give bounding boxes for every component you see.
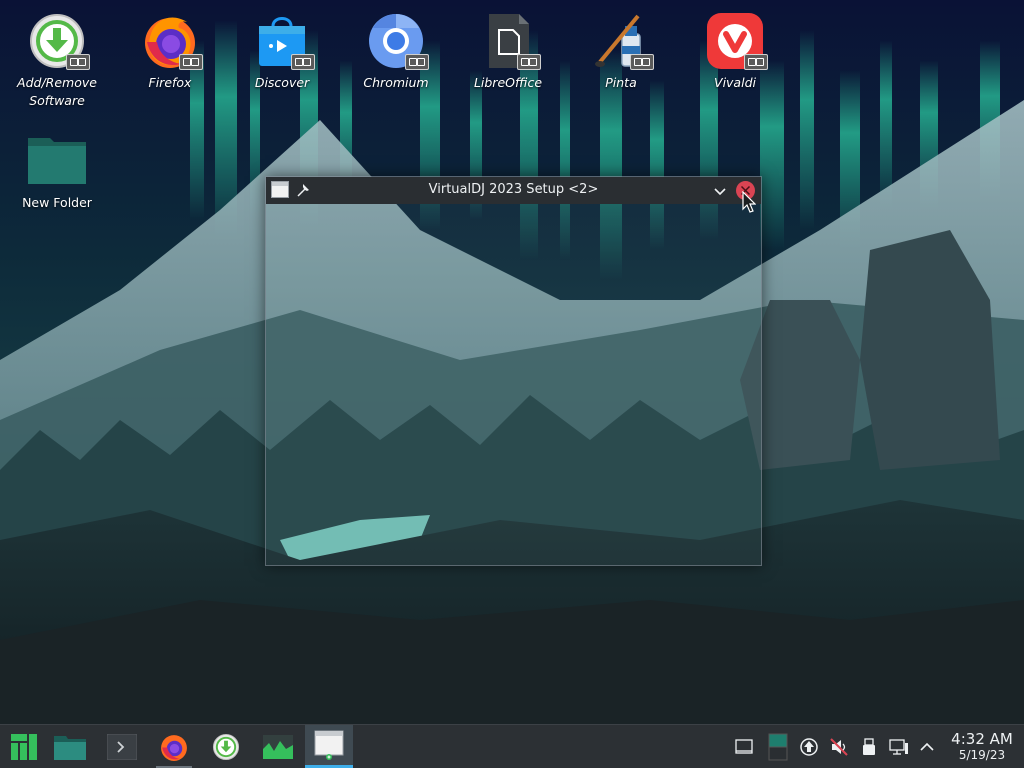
desktop-icon-discover[interactable]: Discover [232,12,332,92]
link-badge-icon [179,54,203,70]
chromium-icon [367,12,429,70]
desktop-icon-firefox[interactable]: Firefox [120,12,220,92]
link-badge-icon [744,54,768,70]
firefox-icon [161,734,187,761]
desktop-icon-libreoffice[interactable]: LibreOffice [458,12,558,92]
taskbar-file-manager[interactable] [46,725,94,768]
virtual-desktop-pager-icon[interactable] [768,733,788,761]
vivaldi-icon [706,12,768,70]
terminal-icon [107,733,137,760]
desktop-icon-label: LibreOffice [473,75,543,90]
network-wired-icon[interactable] [889,737,909,757]
setup-window[interactable]: VirtualDJ 2023 Setup <2> [265,176,762,566]
folder-icon [54,735,86,760]
add-remove-software-icon [28,12,90,70]
clock-time: 4:32 AM [951,730,1013,748]
show-desktop-icon[interactable] [734,737,754,757]
desktop-icon-pinta[interactable]: Pinta [571,12,671,92]
minimize-chevron-icon[interactable] [711,182,729,200]
download-icon [212,733,240,760]
link-badge-icon [66,54,90,70]
link-badge-icon [517,54,541,70]
taskbar-system-monitor[interactable] [254,725,302,768]
desktop-icon-label: Chromium [363,75,429,90]
desktop-icon-new-folder[interactable]: New Folder [7,132,107,212]
taskbar-firefox[interactable] [150,725,198,768]
update-notification-icon[interactable] [799,737,819,757]
clock-date: 5/19/23 [958,748,1006,762]
desktop-icon-label: Discover [254,75,310,90]
digital-clock[interactable]: 4:32 AM 5/19/23 [944,730,1020,763]
desktop-icon-vivaldi[interactable]: Vivaldi [685,12,785,92]
application-launcher[interactable] [0,725,48,768]
desktop-icon-label: Add/Remove Software [17,75,97,108]
volume-muted-icon[interactable] [829,737,849,757]
window-title: VirtualDJ 2023 Setup <2> [428,182,599,197]
libreoffice-icon [479,12,541,70]
window-content-area [266,204,761,565]
window-app-icon [314,730,344,760]
pinta-icon [592,12,654,70]
link-badge-icon [291,54,315,70]
manjaro-logo-icon [11,733,37,760]
link-badge-icon [630,54,654,70]
desktop-icon-chromium[interactable]: Chromium [346,12,446,92]
desktop-icon-label: New Folder [22,195,92,210]
taskbar-terminal[interactable] [98,725,146,768]
link-badge-icon [405,54,429,70]
discover-icon [253,12,315,70]
taskbar-software-manager[interactable] [202,725,250,768]
taskbar: 4:32 AM 5/19/23 [0,724,1024,768]
window-titlebar[interactable]: VirtualDJ 2023 Setup <2> [266,177,761,204]
desktop-icon-label: Vivaldi [714,75,756,90]
desktop-icon-add-remove-software[interactable]: Add/Remove Software [7,12,107,110]
system-monitor-icon [263,734,293,759]
chevron-up-icon[interactable] [917,737,937,757]
desktop-icon-label: Pinta [605,75,637,90]
folder-icon [28,132,86,190]
desktop-icon-label: Firefox [148,75,192,90]
usb-device-icon[interactable] [859,737,879,757]
taskbar-setup-window[interactable] [305,725,353,768]
mouse-cursor-icon [742,191,756,213]
firefox-icon [141,12,203,70]
